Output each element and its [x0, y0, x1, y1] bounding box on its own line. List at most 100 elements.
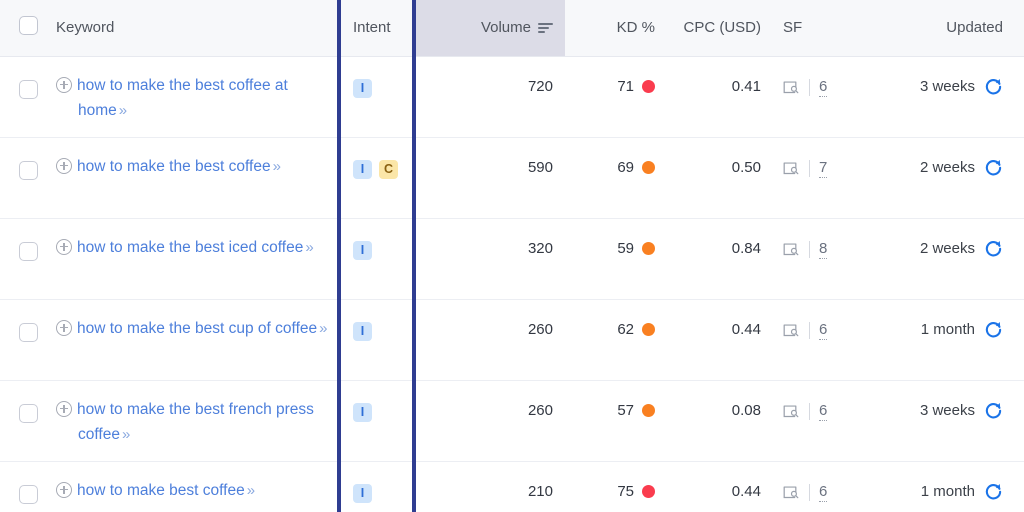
column-header-volume-label: Volume	[480, 19, 531, 37]
intent-cell: I	[338, 56, 415, 138]
row-select-cell	[0, 461, 52, 512]
sf-count[interactable]: 6	[819, 78, 828, 97]
updated-cell: 2 weeks	[857, 137, 1024, 219]
row-checkbox[interactable]	[19, 79, 38, 99]
row-select-cell	[0, 380, 52, 462]
sf-cell: 6	[773, 56, 857, 138]
refresh-icon[interactable]	[984, 482, 1003, 501]
row-checkbox[interactable]	[19, 241, 38, 261]
keyword-table-container: Keyword Intent Volume KD % CPC (USD) SF …	[0, 0, 1024, 512]
column-header-kd[interactable]: KD %	[565, 0, 669, 57]
kd-difficulty-dot-icon	[642, 322, 655, 336]
kd-cell: 75	[565, 461, 669, 512]
row-checkbox[interactable]	[19, 484, 38, 504]
sf-count[interactable]: 6	[819, 402, 828, 421]
refresh-icon[interactable]	[984, 158, 1003, 177]
intent-badge-informational[interactable]: I	[353, 321, 372, 341]
add-keyword-icon[interactable]	[56, 157, 72, 174]
kd-cell: 69	[565, 137, 669, 219]
refresh-icon[interactable]	[984, 77, 1003, 96]
sf-divider	[809, 321, 810, 339]
keyword-expand-chevron-icon[interactable]: »	[247, 482, 255, 499]
keyword-link[interactable]: how to make the best french press coffee	[77, 401, 314, 443]
column-header-volume[interactable]: Volume	[415, 0, 565, 57]
keyword-expand-chevron-icon[interactable]: »	[119, 102, 127, 119]
intent-badge-commercial[interactable]: C	[379, 159, 399, 179]
keyword-link[interactable]: how to make the best iced coffee	[77, 239, 303, 256]
keyword-link[interactable]: how to make best coffee	[77, 482, 245, 499]
intent-badge-informational[interactable]: I	[353, 483, 372, 503]
sf-divider	[809, 402, 810, 420]
column-header-intent[interactable]: Intent	[338, 0, 415, 57]
kd-difficulty-dot-icon	[642, 160, 655, 174]
table-header: Keyword Intent Volume KD % CPC (USD) SF …	[0, 0, 1024, 57]
cpc-cell: 0.44	[669, 461, 773, 512]
sf-cell: 6	[773, 461, 857, 512]
sf-count[interactable]: 8	[819, 240, 828, 259]
keyword-cell: how to make the best french press coffee…	[52, 380, 338, 462]
keyword-expand-chevron-icon[interactable]: »	[305, 239, 313, 256]
column-header-cpc[interactable]: CPC (USD)	[669, 0, 773, 57]
intent-badge-informational[interactable]: I	[353, 240, 372, 260]
table-row[interactable]: how to make the best french press coffee…	[0, 380, 1024, 462]
row-checkbox[interactable]	[19, 403, 38, 423]
keyword-cell: how to make the best iced coffee»	[52, 218, 338, 300]
row-checkbox[interactable]	[19, 160, 38, 180]
add-keyword-icon[interactable]	[56, 319, 72, 336]
column-header-sf[interactable]: SF	[773, 0, 857, 57]
sort-descending-icon[interactable]	[538, 22, 553, 34]
updated-text: 3 weeks	[919, 77, 975, 95]
volume-cell: 720	[415, 56, 565, 138]
row-checkbox[interactable]	[19, 322, 38, 342]
sf-count[interactable]: 7	[819, 159, 828, 178]
keyword-link[interactable]: how to make the best coffee at home	[77, 77, 288, 119]
select-all-checkbox[interactable]	[19, 16, 38, 36]
keyword-cell: how to make best coffee»	[52, 461, 338, 512]
keyword-link[interactable]: how to make the best coffee	[77, 158, 271, 175]
row-select-cell	[0, 137, 52, 219]
cpc-cell: 0.44	[669, 299, 773, 381]
intent-badge-informational[interactable]: I	[353, 78, 372, 98]
intent-badge-informational[interactable]: I	[353, 159, 372, 179]
kd-value: 75	[617, 482, 634, 500]
cpc-cell: 0.50	[669, 137, 773, 219]
updated-text: 1 month	[920, 320, 975, 338]
volume-cell: 210	[415, 461, 565, 512]
intent-cell: I	[338, 299, 415, 381]
table-row[interactable]: how to make the best coffee» I C 590 69 0.50 7…	[0, 137, 1024, 219]
intent-cell: I	[338, 380, 415, 462]
sf-divider	[809, 483, 810, 501]
refresh-icon[interactable]	[984, 401, 1003, 420]
intent-badge-informational[interactable]: I	[353, 402, 372, 422]
volume-cell: 590	[415, 137, 565, 219]
keyword-expand-chevron-icon[interactable]: »	[273, 158, 281, 175]
column-header-updated[interactable]: Updated	[857, 0, 1024, 57]
keyword-link[interactable]: how to make the best cup of coffee	[77, 320, 317, 337]
keyword-cell: how to make the best coffee at home»	[52, 56, 338, 138]
add-keyword-icon[interactable]	[56, 481, 72, 498]
sf-count[interactable]: 6	[819, 321, 828, 340]
sf-divider	[809, 240, 810, 258]
table-row[interactable]: how to make the best iced coffee» I 320 59 0…	[0, 218, 1024, 300]
sf-count[interactable]: 6	[819, 483, 828, 502]
column-header-keyword[interactable]: Keyword	[52, 0, 338, 57]
add-keyword-icon[interactable]	[56, 238, 72, 255]
updated-cell: 3 weeks	[857, 56, 1024, 138]
keyword-cell: how to make the best cup of coffee»	[52, 299, 338, 381]
table-row[interactable]: how to make best coffee» I 210 75 0.44 6 1 mon…	[0, 461, 1024, 512]
kd-cell: 59	[565, 218, 669, 300]
keyword-expand-chevron-icon[interactable]: »	[122, 426, 130, 443]
refresh-icon[interactable]	[984, 320, 1003, 339]
add-keyword-icon[interactable]	[56, 400, 72, 417]
serp-features-icon	[783, 404, 799, 417]
keyword-expand-chevron-icon[interactable]: »	[319, 320, 327, 337]
table-row[interactable]: how to make the best coffee at home» I 720…	[0, 56, 1024, 138]
kd-value: 57	[617, 401, 634, 419]
refresh-icon[interactable]	[984, 239, 1003, 258]
updated-text: 3 weeks	[919, 401, 975, 419]
sf-cell: 6	[773, 299, 857, 381]
table-row[interactable]: how to make the best cup of coffee» I 260 6…	[0, 299, 1024, 381]
volume-cell: 320	[415, 218, 565, 300]
add-keyword-icon[interactable]	[56, 76, 72, 93]
keyword-cell: how to make the best coffee»	[52, 137, 338, 219]
